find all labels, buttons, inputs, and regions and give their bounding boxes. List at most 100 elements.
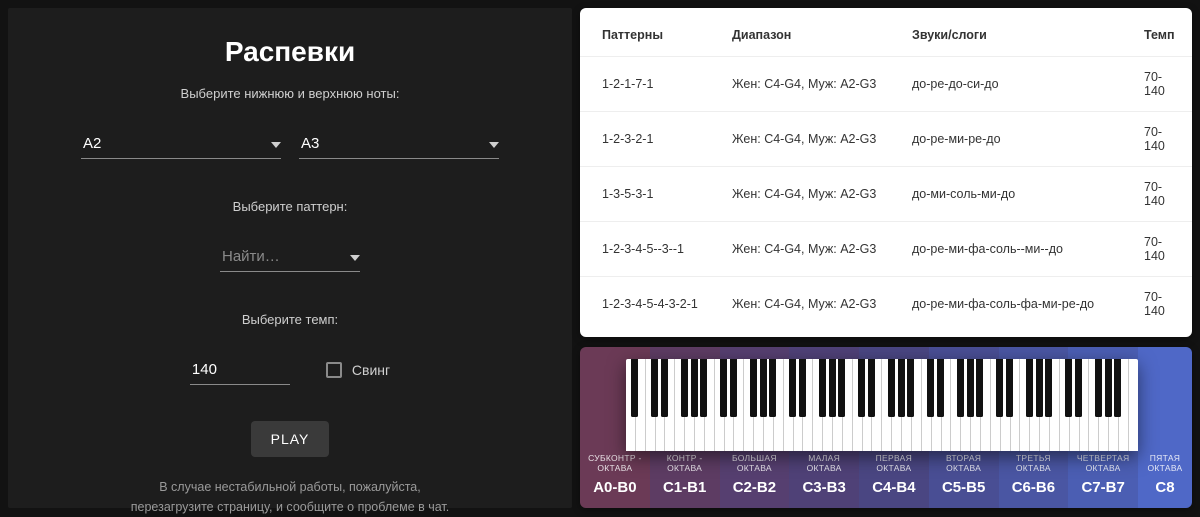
black-key[interactable] [1065, 359, 1072, 417]
swing-toggle[interactable]: Свинг [326, 362, 390, 378]
tempo-label: Выберите темп: [242, 312, 338, 327]
play-button[interactable]: PLAY [251, 421, 330, 457]
black-key[interactable] [799, 359, 806, 417]
octave-block: ПЯТАЯ ОКТАВАC8 [1138, 347, 1192, 508]
black-key[interactable] [937, 359, 944, 417]
octave-name: КОНТР - ОКТАВА [667, 453, 703, 473]
patterns-table-card: ПаттерныДиапазонЗвуки/слогиТемп 1-2-1-7-… [580, 8, 1192, 337]
white-key[interactable] [922, 359, 932, 451]
black-key[interactable] [868, 359, 875, 417]
white-key[interactable] [646, 359, 656, 451]
high-note-value: A3 [301, 135, 319, 152]
white-key[interactable] [813, 359, 823, 451]
octave-name: ПЯТАЯ ОКТАВА [1148, 453, 1183, 473]
black-key[interactable] [996, 359, 1003, 417]
black-key[interactable] [838, 359, 845, 417]
white-key[interactable] [853, 359, 863, 451]
white-key[interactable] [744, 359, 754, 451]
black-key[interactable] [1006, 359, 1013, 417]
table-row[interactable]: 1-2-3-2-1Жен: C4-G4, Муж: A2-G3до-ре-ми-… [580, 112, 1192, 167]
black-key[interactable] [967, 359, 974, 417]
table-cell-sounds: до-ре-ми-ре-до [890, 112, 1122, 167]
octave-name: ТРЕТЬЯ ОКТАВА [1016, 453, 1051, 473]
black-key[interactable] [819, 359, 826, 417]
table-header: Диапазон [710, 14, 890, 57]
black-key[interactable] [730, 359, 737, 417]
white-key[interactable] [1089, 359, 1099, 451]
black-key[interactable] [1026, 359, 1033, 417]
black-key[interactable] [858, 359, 865, 417]
black-key[interactable] [760, 359, 767, 417]
black-key[interactable] [750, 359, 757, 417]
black-key[interactable] [1036, 359, 1043, 417]
black-key[interactable] [1075, 359, 1082, 417]
white-key[interactable] [882, 359, 892, 451]
white-key[interactable] [1129, 359, 1138, 451]
tempo-row: Свинг [190, 355, 390, 385]
octave-range: C7-B7 [1081, 479, 1124, 496]
black-key[interactable] [651, 359, 658, 417]
octave-range: A0-B0 [593, 479, 636, 496]
table-cell-pattern: 1-2-3-4-5--3--1 [580, 222, 710, 277]
black-key[interactable] [888, 359, 895, 417]
black-key[interactable] [927, 359, 934, 417]
black-key[interactable] [976, 359, 983, 417]
black-key[interactable] [1105, 359, 1112, 417]
tempo-input[interactable] [190, 355, 290, 385]
white-key[interactable] [1020, 359, 1030, 451]
high-note-select[interactable]: A3 [299, 129, 499, 159]
octave-range: C5-B5 [942, 479, 985, 496]
black-key[interactable] [898, 359, 905, 417]
black-key[interactable] [769, 359, 776, 417]
black-key[interactable] [700, 359, 707, 417]
pattern-label: Выберите паттерн: [233, 199, 348, 214]
black-key[interactable] [1114, 359, 1121, 417]
patterns-table: ПаттерныДиапазонЗвуки/слогиТемп 1-2-1-7-… [580, 14, 1192, 331]
table-cell-range: Жен: C4-G4, Муж: A2-G3 [710, 167, 890, 222]
white-key[interactable] [675, 359, 685, 451]
note-selects-row: A2 A3 [81, 129, 499, 159]
table-cell-tempo: 70-140 [1122, 167, 1192, 222]
black-key[interactable] [957, 359, 964, 417]
white-key[interactable] [991, 359, 1001, 451]
black-key[interactable] [829, 359, 836, 417]
pattern-placeholder: Найти… [222, 248, 280, 265]
page-title: Распевки [225, 36, 355, 68]
low-note-value: A2 [83, 135, 101, 152]
white-key[interactable] [784, 359, 794, 451]
low-note-select[interactable]: A2 [81, 129, 281, 159]
white-key[interactable] [626, 359, 636, 451]
table-row[interactable]: 1-2-3-4-5--3--1Жен: C4-G4, Муж: A2-G3до-… [580, 222, 1192, 277]
pattern-select[interactable]: Найти… [220, 242, 360, 272]
black-key[interactable] [681, 359, 688, 417]
table-cell-tempo: 70-140 [1122, 57, 1192, 112]
octave-name: МАЛАЯ ОКТАВА [807, 453, 842, 473]
black-key[interactable] [1095, 359, 1102, 417]
octave-range: C3-B3 [802, 479, 845, 496]
black-key[interactable] [1045, 359, 1052, 417]
black-key[interactable] [789, 359, 796, 417]
white-key[interactable] [951, 359, 961, 451]
table-cell-sounds: до-ре-до-си-до [890, 57, 1122, 112]
controls-panel: Распевки Выберите нижнюю и верхнюю ноты:… [8, 8, 572, 508]
checkbox-icon [326, 362, 342, 378]
chevron-down-icon [489, 135, 499, 152]
table-row[interactable]: 1-2-1-7-1Жен: C4-G4, Муж: A2-G3до-ре-до-… [580, 57, 1192, 112]
white-key[interactable] [715, 359, 725, 451]
octave-panel: СУБКОНТР - ОКТАВАA0-B0КОНТР - ОКТАВАC1-B… [580, 347, 1192, 508]
chevron-down-icon [350, 248, 360, 265]
black-key[interactable] [631, 359, 638, 417]
black-key[interactable] [691, 359, 698, 417]
table-cell-range: Жен: C4-G4, Муж: A2-G3 [710, 277, 890, 332]
black-key[interactable] [907, 359, 914, 417]
table-cell-tempo: 70-140 [1122, 222, 1192, 277]
octave-range: C2-B2 [733, 479, 776, 496]
piano-keyboard [626, 359, 1138, 451]
table-row[interactable]: 1-2-3-4-5-4-3-2-1Жен: C4-G4, Муж: A2-G3д… [580, 277, 1192, 332]
black-key[interactable] [661, 359, 668, 417]
table-row[interactable]: 1-3-5-3-1Жен: C4-G4, Муж: A2-G3до-ми-сол… [580, 167, 1192, 222]
octave-range: C1-B1 [663, 479, 706, 496]
table-cell-range: Жен: C4-G4, Муж: A2-G3 [710, 222, 890, 277]
white-key[interactable] [1060, 359, 1070, 451]
black-key[interactable] [720, 359, 727, 417]
